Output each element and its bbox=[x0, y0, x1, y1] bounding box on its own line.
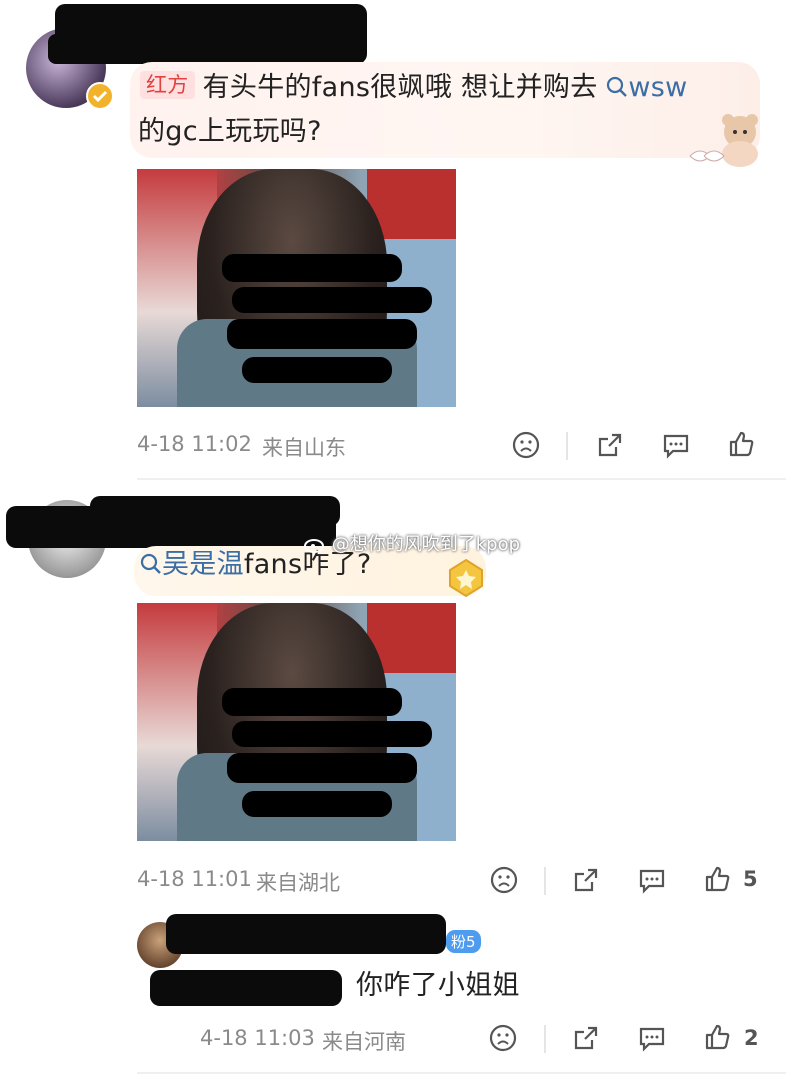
divider bbox=[137, 1072, 786, 1074]
watermark-text: @想你的风吹到了kpop bbox=[331, 534, 521, 555]
share-icon[interactable] bbox=[572, 866, 600, 898]
search-link[interactable]: wsw bbox=[606, 72, 687, 103]
like-icon[interactable] bbox=[704, 1023, 732, 1055]
comment-text-line-2: 的gc上玩玩吗? bbox=[138, 116, 322, 147]
comment-time: 4-18 11:01 bbox=[137, 867, 252, 891]
comment-text: 红方 有头牛的fans很飒哦 想让并购去 wsw bbox=[140, 68, 740, 108]
like-icon[interactable] bbox=[704, 865, 732, 897]
verified-icon bbox=[86, 82, 114, 110]
like-count: 5 bbox=[743, 867, 758, 891]
gold-badge-decoration bbox=[444, 556, 488, 600]
redacted-username bbox=[150, 970, 342, 1006]
comment-location: 来自山东 bbox=[262, 436, 346, 460]
reply-time: 4-18 11:03 bbox=[200, 1026, 315, 1050]
share-icon[interactable] bbox=[572, 1024, 600, 1056]
comment-location: 来自湖北 bbox=[256, 871, 340, 895]
weibo-logo-icon bbox=[304, 539, 324, 553]
comment-image[interactable] bbox=[137, 169, 456, 407]
search-icon bbox=[140, 553, 161, 574]
like-icon[interactable] bbox=[728, 430, 756, 462]
reply-text: 你咋了小姐姐 bbox=[356, 970, 520, 1001]
separator bbox=[566, 432, 568, 460]
comment-image[interactable] bbox=[137, 603, 456, 841]
dislike-icon[interactable] bbox=[489, 1024, 517, 1056]
redacted-username bbox=[90, 496, 340, 526]
like-count: 2 bbox=[744, 1026, 759, 1050]
separator bbox=[544, 867, 546, 895]
divider bbox=[137, 478, 786, 480]
search-link[interactable]: 吴是温 bbox=[140, 549, 244, 580]
comment-icon[interactable] bbox=[638, 1024, 666, 1056]
comment-text-part: 有头牛的fans很飒哦 想让并购去 bbox=[202, 72, 598, 103]
dislike-icon[interactable] bbox=[490, 866, 518, 898]
comment-time: 4-18 11:02 bbox=[137, 432, 252, 456]
search-icon bbox=[607, 76, 628, 97]
comment-icon[interactable] bbox=[638, 866, 666, 898]
search-term[interactable]: wsw bbox=[628, 72, 687, 103]
redacted-username bbox=[166, 914, 446, 954]
fan-badge: 粉5 bbox=[446, 930, 481, 953]
dislike-icon[interactable] bbox=[512, 431, 540, 463]
teddy-bear-decoration bbox=[682, 110, 770, 170]
reply-location: 来自河南 bbox=[322, 1030, 406, 1054]
comment-icon[interactable] bbox=[662, 431, 690, 463]
search-term[interactable]: 吴是温 bbox=[162, 549, 244, 580]
red-tag: 红方 bbox=[140, 71, 195, 99]
share-icon[interactable] bbox=[596, 431, 624, 463]
separator bbox=[544, 1025, 546, 1053]
redacted-username bbox=[48, 34, 148, 64]
fan-badge-label: 粉5 bbox=[446, 930, 481, 953]
watermark: @想你的风吹到了kpop bbox=[304, 530, 520, 556]
